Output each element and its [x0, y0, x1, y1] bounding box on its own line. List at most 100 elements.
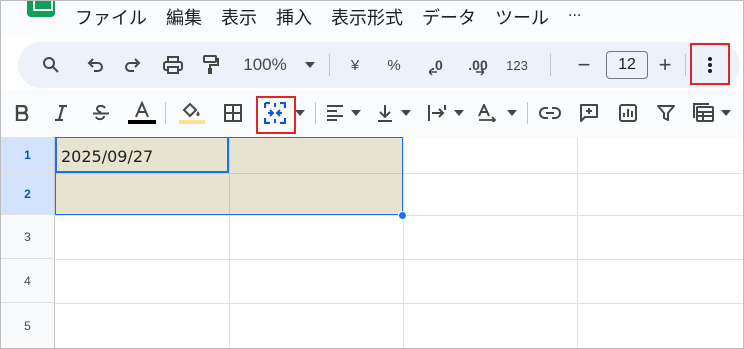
strikethrough-button[interactable]	[87, 89, 115, 137]
toolbar-divider	[315, 102, 316, 124]
format-toolbar	[1, 89, 743, 137]
increase-font-size-button[interactable]: +	[652, 42, 678, 88]
sheets-logo-icon[interactable]	[27, 1, 55, 17]
selection-inner-vline	[229, 138, 230, 214]
row-header-5[interactable]: 5	[1, 303, 55, 348]
decrease-font-size-button[interactable]: −	[571, 42, 597, 88]
currency-label: ¥	[350, 56, 360, 74]
filter-views-dropdown-button[interactable]	[719, 89, 733, 137]
toolbar-divider	[685, 54, 686, 76]
search-menus-button[interactable]	[36, 42, 66, 88]
borders-button[interactable]	[219, 89, 247, 137]
menu-bar: ファイル 編集 表示 挿入 表示形式 データ ツール ...	[1, 1, 743, 35]
valign-dropdown-button[interactable]	[399, 89, 413, 137]
caret-down-icon	[454, 110, 464, 116]
fill-color-button[interactable]	[177, 89, 207, 137]
row-header-4[interactable]: 4	[1, 259, 55, 303]
bold-button[interactable]	[9, 89, 35, 137]
highlight-box-merge-cells	[256, 96, 296, 134]
toolbar-divider	[550, 54, 551, 76]
row-header-3[interactable]: 3	[1, 215, 55, 259]
plus-label: +	[658, 52, 672, 77]
menu-more[interactable]: ...	[568, 4, 581, 30]
spreadsheet-window: ファイル 編集 表示 挿入 表示形式 データ ツール ... 100% ¥ % …	[0, 0, 744, 349]
caret-down-icon	[295, 110, 305, 116]
minus-label: −	[577, 52, 591, 77]
menu-file[interactable]: ファイル	[75, 4, 147, 30]
vertical-align-button[interactable]	[373, 89, 397, 137]
wrap-dropdown-button[interactable]	[452, 89, 466, 137]
zoom-value: 100%	[243, 55, 287, 74]
undo-button[interactable]	[80, 42, 110, 88]
caret-down-icon	[721, 110, 731, 116]
add-comment-icon	[580, 104, 598, 122]
menu-format[interactable]: 表示形式	[331, 4, 403, 30]
decrease-decimal-button[interactable]: .0	[420, 42, 448, 88]
horizontal-align-button[interactable]	[323, 89, 347, 137]
create-filter-button[interactable]	[653, 89, 679, 137]
column-gridline	[577, 137, 578, 348]
bold-icon	[15, 105, 29, 121]
selection-inner-hline	[56, 173, 402, 174]
text-rotation-button[interactable]	[475, 89, 501, 137]
insert-comment-button[interactable]	[576, 89, 602, 137]
menu-data[interactable]: データ	[422, 4, 476, 30]
increase-decimal-button[interactable]: .00	[460, 42, 492, 88]
cell-a1[interactable]: 2025/09/27	[61, 147, 153, 166]
text-rotation-icon	[478, 104, 497, 122]
italic-icon	[55, 105, 67, 121]
menu-items: ファイル 編集 表示 挿入 表示形式 データ ツール ...	[75, 4, 600, 30]
menu-tools[interactable]: ツール	[495, 4, 549, 30]
arrow-left-icon	[428, 68, 437, 76]
column-gridline	[403, 137, 404, 348]
insert-chart-button[interactable]	[615, 89, 641, 137]
number-format-label: 123	[506, 57, 528, 73]
italic-button[interactable]	[48, 89, 74, 137]
paint-bucket-icon	[179, 102, 205, 124]
caret-down-icon	[507, 110, 517, 116]
borders-icon	[224, 104, 242, 122]
caret-down-icon	[401, 110, 411, 116]
percent-label: %	[387, 56, 401, 74]
zoom-dropdown-button[interactable]	[300, 42, 320, 88]
more-formats-button[interactable]: 123	[502, 42, 532, 88]
undo-icon	[87, 58, 103, 72]
text-color-icon	[128, 101, 156, 124]
text-color-button[interactable]	[127, 89, 157, 137]
insert-link-button[interactable]	[537, 89, 563, 137]
caret-down-icon	[305, 62, 315, 68]
align-dropdown-button[interactable]	[349, 89, 363, 137]
main-toolbar: 100% ¥ % .0 .00 123 − 12 +	[18, 42, 740, 88]
menu-view[interactable]: 表示	[221, 4, 257, 30]
row-header-2[interactable]: 2	[1, 173, 55, 215]
link-icon	[539, 107, 561, 119]
menu-edit[interactable]: 編集	[166, 4, 202, 30]
highlight-box-more-options	[690, 43, 730, 85]
row-header-1[interactable]: 1	[1, 137, 55, 173]
redo-icon	[125, 58, 141, 72]
font-size-field[interactable]: 12	[606, 42, 648, 88]
text-wrapping-button[interactable]	[425, 89, 449, 137]
font-size-input[interactable]: 12	[606, 51, 648, 79]
zoom-select[interactable]: 100%	[240, 42, 290, 88]
chart-icon	[619, 104, 637, 122]
menu-insert[interactable]: 挿入	[276, 4, 312, 30]
currency-format-button[interactable]: ¥	[343, 42, 367, 88]
percent-format-button[interactable]: %	[382, 42, 406, 88]
redo-button[interactable]	[118, 42, 148, 88]
search-icon	[43, 57, 59, 73]
caret-down-icon	[351, 110, 361, 116]
row-gridline	[55, 259, 743, 260]
paint-format-button[interactable]	[196, 42, 226, 88]
filter-views-button[interactable]	[691, 89, 717, 137]
arrow-right-icon	[475, 68, 484, 76]
toolbar-divider	[527, 102, 528, 124]
rotation-dropdown-button[interactable]	[505, 89, 519, 137]
strikethrough-icon	[93, 105, 109, 121]
fill-handle[interactable]	[398, 211, 407, 220]
print-button[interactable]	[158, 42, 188, 88]
row-gridline	[55, 303, 743, 304]
filter-icon	[657, 105, 675, 121]
print-icon	[163, 56, 183, 74]
sheet-grid[interactable]: 1 2 3 4 5 2025/09/27	[1, 137, 743, 348]
